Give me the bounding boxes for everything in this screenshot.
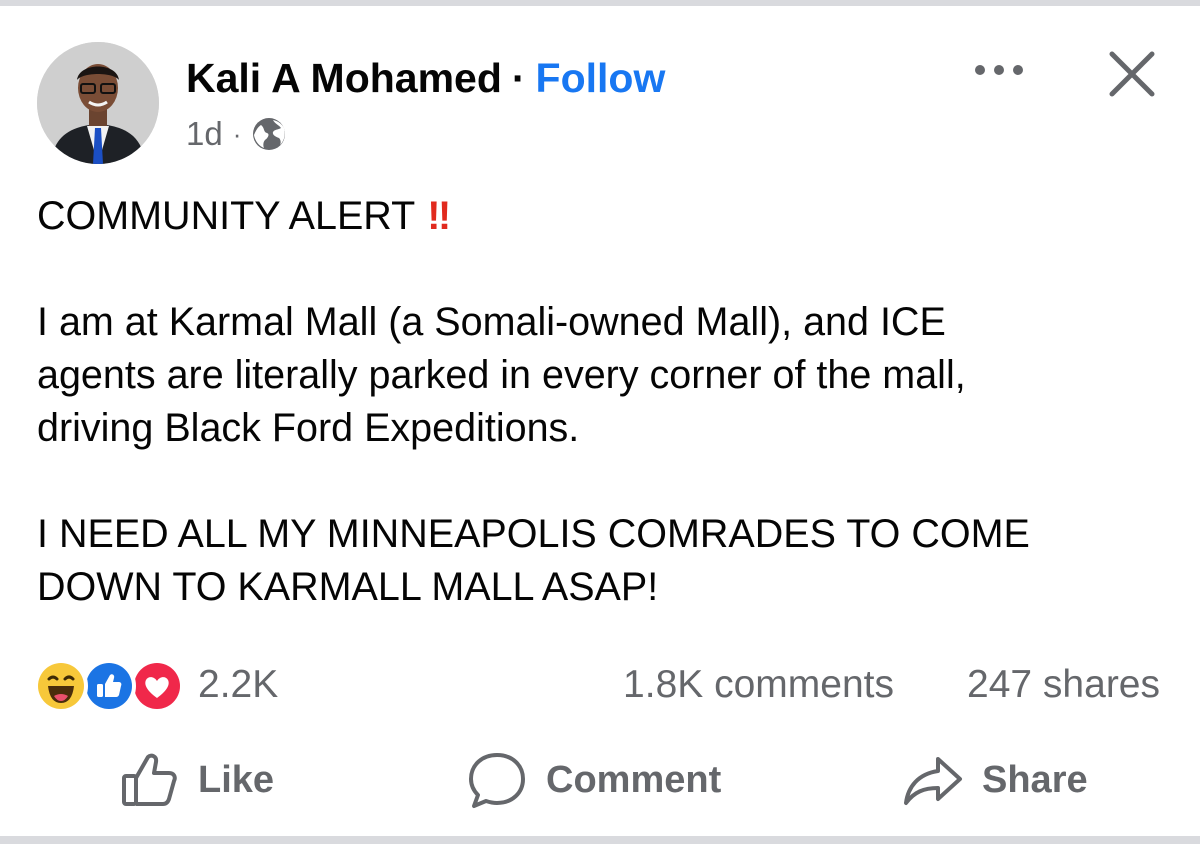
top-divider [0,0,1200,6]
post-body: COMMUNITY ALERT ‼ I am at Karmal Mall (a … [37,190,1167,614]
body-line: DOWN TO KARMALL MALL ASAP! [37,565,659,609]
author-name[interactable]: Kali A Mohamed [186,52,502,104]
body-line: agents are literally parked in every cor… [37,353,966,397]
shares-count[interactable]: 247 shares [967,655,1160,715]
meta-separator: · [232,118,242,149]
body-line: driving Black Ford Expeditions. [37,406,580,450]
profile-photo [37,42,159,164]
share-label: Share [982,758,1088,801]
comment-label: Comment [546,758,722,801]
alert-heading: COMMUNITY ALERT [37,194,416,238]
like-button[interactable]: Like [118,745,274,815]
avatar[interactable] [37,42,159,164]
header-separator: · [511,55,526,101]
post-timestamp[interactable]: 1d [186,115,223,153]
share-button[interactable]: Share [902,745,1088,815]
haha-icon [34,659,88,713]
reaction-icons[interactable] [34,659,194,713]
thumbs-up-icon [122,753,177,806]
love-icon [130,659,184,713]
more-options-icon[interactable] [972,58,1026,82]
comments-count[interactable]: 1.8K comments [623,655,894,715]
action-bar: Like Comment Share [0,745,1200,815]
comment-button[interactable]: Comment [466,745,721,815]
close-icon[interactable] [1106,48,1158,100]
reactions-count[interactable]: 2.2K [198,655,278,715]
like-label: Like [198,758,275,801]
post-header-title: Kali A Mohamed · Follow [186,52,665,104]
globe-icon[interactable] [251,116,287,152]
body-line: I NEED ALL MY MINNEAPOLIS COMRADES TO CO… [37,512,1030,556]
follow-button[interactable]: Follow [536,52,666,104]
alert-line: COMMUNITY ALERT ‼ [37,190,1167,243]
like-reaction-icon [82,659,136,713]
bottom-divider [0,836,1200,844]
post-meta: 1d · [186,112,287,156]
double-exclamation-icon: ‼ [427,194,451,238]
engagement-summary: 2.2K 1.8K comments 247 shares [34,655,1164,715]
comment-bubble-icon [469,753,525,808]
body-line: I am at Karmal Mall (a Somali-owned Mall… [37,300,946,344]
share-arrow-icon [904,757,962,805]
